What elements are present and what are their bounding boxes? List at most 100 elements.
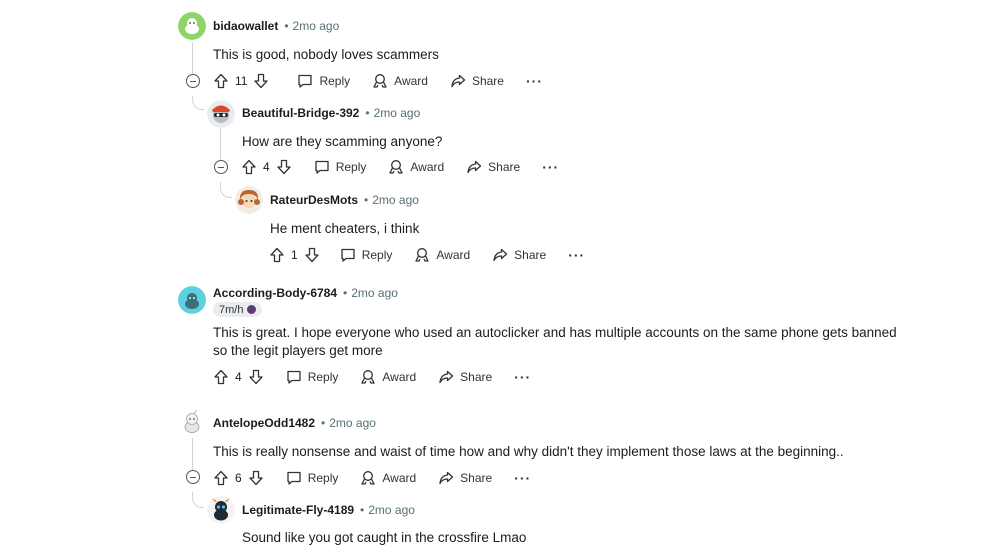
username[interactable]: Legitimate-Fly-4189 [242, 503, 354, 517]
separator: • [284, 19, 289, 33]
timestamp[interactable]: 2mo ago [293, 19, 340, 33]
award-icon [388, 159, 404, 175]
reply-button[interactable]: Reply [340, 247, 393, 263]
award-label: Award [436, 248, 471, 262]
share-button[interactable]: Share [438, 470, 492, 486]
comment-header: Beautiful-Bridge-392 • 2mo ago [242, 106, 420, 120]
thread-line [192, 438, 193, 470]
share-icon [466, 159, 482, 175]
comment-body: Sound like you got caught in the crossfi… [242, 530, 527, 545]
share-label: Share [471, 74, 504, 88]
vote-count: 4 [235, 370, 242, 384]
vote-count: 4 [263, 160, 270, 174]
award-button[interactable]: Award [414, 247, 470, 263]
username[interactable]: RateurDesMots [270, 193, 358, 207]
reply-button[interactable]: Reply [297, 73, 350, 89]
timestamp[interactable]: 2mo ago [329, 416, 376, 430]
username[interactable]: According-Body-6784 [213, 286, 337, 300]
reply-icon [297, 73, 313, 89]
award-label: Award [394, 74, 428, 88]
avatar[interactable] [178, 286, 206, 314]
user-flair: 7m/h [213, 302, 263, 317]
more-options-button[interactable]: ··· [542, 160, 559, 174]
award-icon [372, 73, 388, 89]
share-icon [438, 369, 454, 385]
comment-header: According-Body-6784 • 2mo ago [213, 286, 398, 300]
comment-body: This is great. I hope everyone who used … [213, 325, 897, 340]
separator: • [321, 416, 326, 430]
collapse-thread-button[interactable] [186, 74, 200, 88]
reply-label: Reply [319, 74, 351, 88]
vote-group: 4 [213, 369, 264, 385]
thread-line [220, 128, 221, 160]
share-icon [492, 247, 508, 263]
comment-actions: 4 Reply Award Share ··· [213, 367, 531, 387]
share-button[interactable]: Share [450, 73, 504, 89]
award-button[interactable]: Award [388, 159, 444, 175]
downvote-icon[interactable] [276, 159, 292, 175]
separator: • [343, 286, 348, 300]
avatar[interactable] [178, 12, 206, 40]
upvote-icon[interactable] [213, 73, 229, 89]
separator: • [360, 503, 365, 517]
award-button[interactable]: Award [372, 73, 428, 89]
more-options-button[interactable]: ··· [514, 370, 531, 384]
comment-header: AntelopeOdd1482 • 2mo ago [213, 416, 376, 430]
share-button[interactable]: Share [438, 369, 492, 385]
reply-button[interactable]: Reply [314, 159, 366, 175]
more-options-button[interactable]: ··· [568, 248, 585, 262]
timestamp[interactable]: 2mo ago [374, 106, 421, 120]
more-options-button[interactable]: ··· [514, 471, 531, 485]
downvote-icon[interactable] [253, 73, 269, 89]
upvote-icon[interactable] [241, 159, 257, 175]
upvote-icon[interactable] [213, 369, 229, 385]
award-label: Award [382, 471, 417, 485]
username[interactable]: bidaowallet [213, 19, 278, 33]
avatar[interactable] [178, 408, 206, 436]
share-button[interactable]: Share [466, 159, 520, 175]
share-button[interactable]: Share [492, 247, 546, 263]
reply-button[interactable]: Reply [286, 470, 338, 486]
separator: • [364, 193, 369, 207]
reply-label: Reply [361, 248, 393, 262]
downvote-icon[interactable] [248, 369, 264, 385]
reply-button[interactable]: Reply [286, 369, 339, 385]
timestamp[interactable]: 2mo ago [368, 503, 415, 517]
reply-icon [286, 470, 302, 486]
avatar[interactable] [207, 496, 235, 524]
award-button[interactable]: Award [360, 369, 416, 385]
award-icon [360, 369, 376, 385]
upvote-icon[interactable] [269, 247, 285, 263]
avatar[interactable] [235, 186, 263, 214]
comment-body: How are they scamming anyone? [242, 134, 443, 149]
vote-count: 11 [235, 74, 248, 88]
share-icon [438, 470, 454, 486]
reply-icon [340, 247, 356, 263]
award-button[interactable]: Award [360, 470, 416, 486]
collapse-thread-button[interactable] [214, 160, 228, 174]
downvote-icon[interactable] [248, 470, 264, 486]
share-label: Share [460, 370, 493, 384]
comment-body: He ment cheaters, i think [270, 221, 420, 236]
more-options-button[interactable]: ··· [526, 74, 543, 88]
reply-icon [286, 369, 302, 385]
username[interactable]: Beautiful-Bridge-392 [242, 106, 359, 120]
comment-actions: 6 Reply Award Share ··· [213, 468, 531, 488]
comment-header: RateurDesMots • 2mo ago [270, 193, 419, 207]
share-label: Share [488, 160, 521, 174]
comment-actions: 4 Reply Award Share ··· [241, 157, 559, 177]
comment-header: Legitimate-Fly-4189 • 2mo ago [242, 503, 415, 517]
flair-text: 7m/h [219, 303, 244, 316]
timestamp[interactable]: 2mo ago [372, 193, 419, 207]
upvote-icon[interactable] [213, 470, 229, 486]
collapse-thread-button[interactable] [186, 470, 200, 484]
vote-group: 11 [213, 73, 269, 89]
thread-elbow [192, 492, 204, 508]
timestamp[interactable]: 2mo ago [351, 286, 398, 300]
thread-elbow [220, 182, 232, 198]
avatar[interactable] [207, 100, 235, 128]
username[interactable]: AntelopeOdd1482 [213, 416, 315, 430]
downvote-icon[interactable] [304, 247, 320, 263]
vote-count: 1 [291, 248, 298, 262]
reply-label: Reply [307, 370, 339, 384]
